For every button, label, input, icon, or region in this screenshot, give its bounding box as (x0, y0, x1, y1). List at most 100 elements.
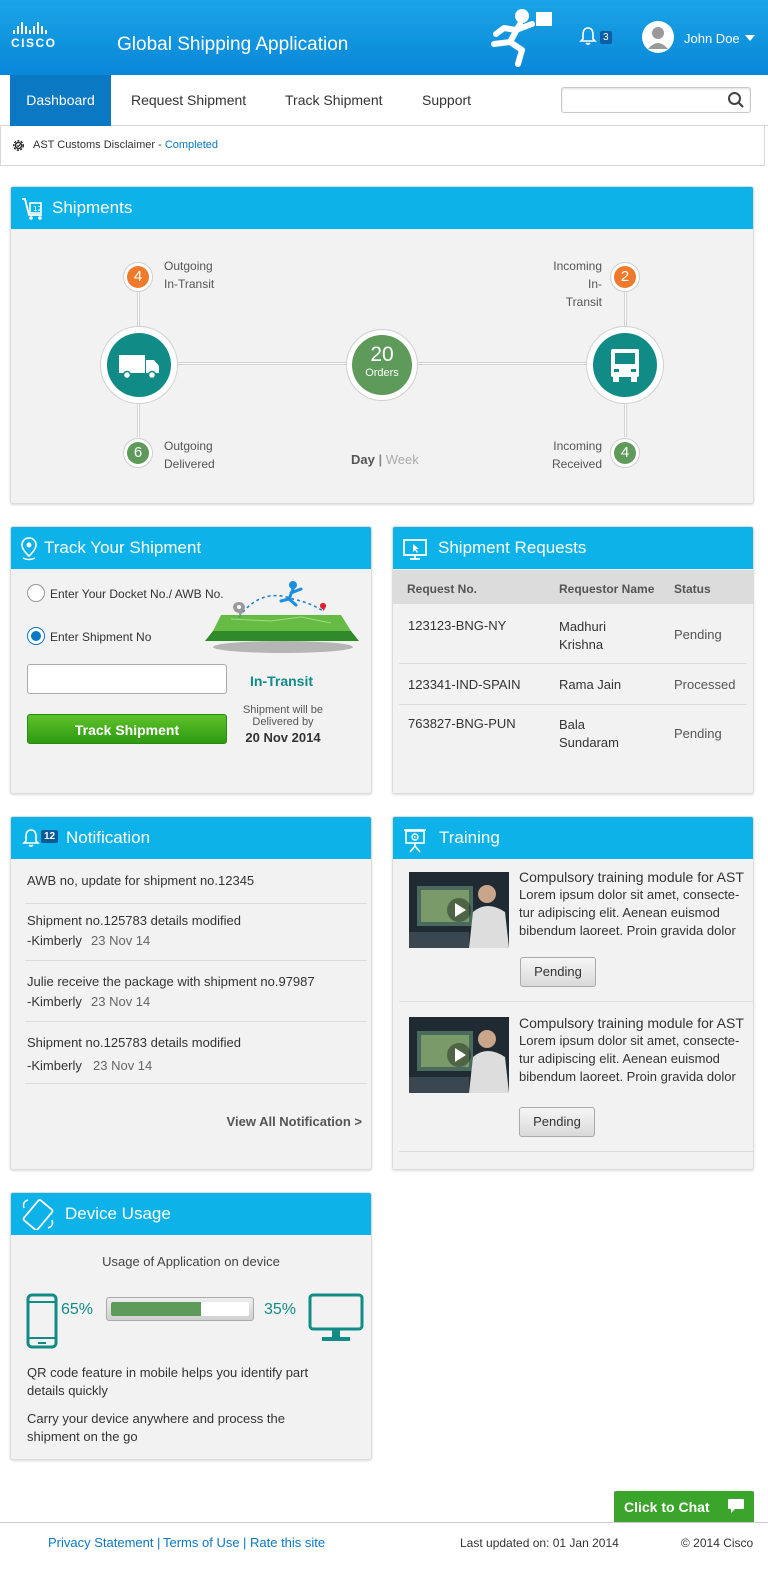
user-menu-chevron-down-icon[interactable] (745, 35, 755, 41)
privacy-statement-link[interactable]: Privacy Statement (48, 1535, 154, 1550)
mobile-usage-percent: 65% (61, 1301, 94, 1318)
list-item[interactable]: Shipment no.125783 details modified -Kim… (25, 904, 367, 961)
tab-support[interactable]: Support (408, 75, 485, 126)
terms-of-use-link[interactable]: Terms of Use (163, 1535, 240, 1550)
tab-track-shipment[interactable]: Track Shipment (271, 75, 397, 126)
search-icon[interactable] (727, 91, 745, 109)
request-status: Pending (674, 726, 722, 741)
requestor-name: Madhuri Krishna (559, 618, 606, 654)
shipment-requests-panel: Shipment Requests Request No. Requestor … (392, 526, 754, 794)
training-video-thumbnail[interactable] (409, 872, 509, 948)
shipments-panel-header: 12 Shipments (11, 187, 753, 229)
list-item[interactable]: AWB no, update for shipment no.12345 (25, 860, 367, 904)
view-all-notifications-link[interactable]: View All Notification > (227, 1114, 362, 1129)
user-name[interactable]: John Doe (684, 31, 740, 46)
rate-this-site-link[interactable]: Rate this site (250, 1535, 325, 1550)
incoming-in-transit-count[interactable]: 2 (610, 262, 640, 292)
search-input[interactable] (566, 89, 726, 111)
disclaimer-text: AST Customs Disclaimer - (33, 139, 165, 151)
tip-line: shipment on the go (27, 1429, 138, 1444)
orders-count: 20 (370, 343, 394, 366)
notification-author: -Kimberly (27, 933, 82, 948)
incoming-received-label: Incoming Received (552, 437, 602, 473)
column-header: Status (674, 582, 711, 596)
footer-divider (0, 1522, 768, 1523)
request-no: 763827-BNG-PUN (408, 716, 516, 731)
notification-text: Shipment no.125783 details modified (27, 913, 241, 928)
shipments-panel: 12 Shipments 4 Outgoing In-Transit 6 Outg… (10, 186, 754, 504)
delivery-line: Shipment will be (242, 704, 324, 716)
table-row[interactable]: 123123-BNG-NY Madhuri Krishna Pending (399, 605, 747, 664)
outgoing-in-transit-count[interactable]: 4 (123, 262, 153, 292)
name-line: Krishna (559, 637, 604, 652)
video-thumbnail-image (409, 872, 509, 948)
gear-icon (13, 140, 24, 151)
name-line: Sundaram (559, 735, 619, 750)
orders-label: Orders (365, 367, 399, 379)
notification-date: 23 Nov 14 (91, 994, 151, 1009)
training-pending-button[interactable]: Pending (519, 1107, 595, 1137)
logo-text: CISCO (11, 36, 57, 50)
period-week-link[interactable]: Week (386, 452, 419, 467)
user-avatar-icon (648, 27, 668, 49)
user-avatar[interactable] (642, 21, 674, 53)
requests-title: Shipment Requests (438, 538, 587, 557)
desktop-usage-percent: 35% (264, 1301, 297, 1318)
label-line: Outgoing (164, 259, 213, 273)
training-description: Compulsory training module for AST Lorem… (519, 1014, 749, 1086)
chat-bubble-icon (728, 1499, 744, 1513)
cisco-logo[interactable]: CISCO (11, 20, 57, 50)
label-line: In-Transit (565, 277, 602, 309)
training-line: tur adipiscing elit. Aenean euismod (519, 905, 720, 920)
period-separator: | (378, 452, 383, 467)
delivery-estimate: Shipment will be Delivered by 20 Nov 201… (231, 704, 335, 745)
outgoing-delivered-count[interactable]: 6 (123, 438, 153, 468)
track-shipment-panel: Track Your Shipment Enter Your Docket No… (10, 526, 372, 794)
docket-radio[interactable] (27, 584, 45, 602)
presentation-board-icon (404, 829, 426, 853)
outgoing-truck-circle[interactable] (100, 326, 178, 404)
docket-radio-label[interactable]: Enter Your Docket No./ AWB No. (50, 587, 224, 601)
device-tip: Carry your device anywhere and process t… (27, 1410, 285, 1446)
outgoing-in-transit-label: Outgoing In-Transit (164, 257, 214, 293)
outgoing-delivered-label: Outgoing Delivered (164, 437, 215, 473)
orders-total-circle[interactable]: 20 Orders (346, 329, 418, 401)
notification-text: AWB no, update for shipment no.12345 (27, 873, 255, 888)
last-updated-text: Last updated on: 01 Jan 2014 (460, 1536, 619, 1550)
notification-bell-icon[interactable] (578, 26, 598, 46)
table-row[interactable]: 763827-BNG-PUN Bala Sundaram Pending (399, 705, 747, 765)
delivery-line: Delivered by (252, 716, 314, 728)
click-to-chat-button[interactable]: Click to Chat (614, 1491, 754, 1523)
training-title: Training (439, 828, 500, 847)
training-heading: Compulsory training module for AST (519, 1015, 744, 1031)
tip-line: Carry your device anywhere and process t… (27, 1411, 285, 1426)
delivery-date: 20 Nov 2014 (245, 730, 321, 745)
shipment-no-radio-label[interactable]: Enter Shipment No (50, 630, 151, 644)
training-pending-button[interactable]: Pending (520, 957, 596, 987)
device-usage-panel: Device Usage Usage of Application on dev… (10, 1192, 372, 1460)
tab-dashboard[interactable]: Dashboard (10, 75, 111, 126)
video-thumbnail-image (409, 1017, 509, 1093)
count-value: 6 (127, 442, 149, 464)
disclaimer-status-link[interactable]: Completed (165, 139, 218, 151)
list-item[interactable]: Shipment no.125783 details modified -Kim… (25, 1022, 367, 1084)
incoming-truck-circle[interactable] (586, 326, 664, 404)
period-day-link[interactable]: Day (351, 452, 375, 467)
training-panel: Training Compulsory training module for … (392, 816, 754, 1170)
shipment-number-input[interactable] (27, 664, 227, 694)
notification-panel-header: 12 Notification (11, 817, 371, 859)
list-item[interactable]: Julie receive the package with shipment … (25, 961, 367, 1022)
device-tip: QR code feature in mobile helps you iden… (27, 1364, 308, 1400)
shipment-no-radio[interactable] (27, 627, 45, 645)
incoming-received-count[interactable]: 4 (610, 438, 640, 468)
table-row[interactable]: 123341-IND-SPAIN Rama Jain Processed (399, 664, 747, 705)
training-video-thumbnail[interactable] (409, 1017, 509, 1093)
tab-request-shipment[interactable]: Request Shipment (117, 75, 260, 126)
notification-author: -Kimberly (27, 994, 82, 1009)
training-heading: Compulsory training module for AST (519, 869, 744, 885)
requestor-name: Bala Sundaram (559, 716, 619, 752)
label-line: Received (552, 457, 603, 471)
track-shipment-button[interactable]: Track Shipment (27, 714, 227, 744)
footer-separator: | (157, 1535, 161, 1550)
package-cart-icon: 12 (22, 198, 42, 220)
